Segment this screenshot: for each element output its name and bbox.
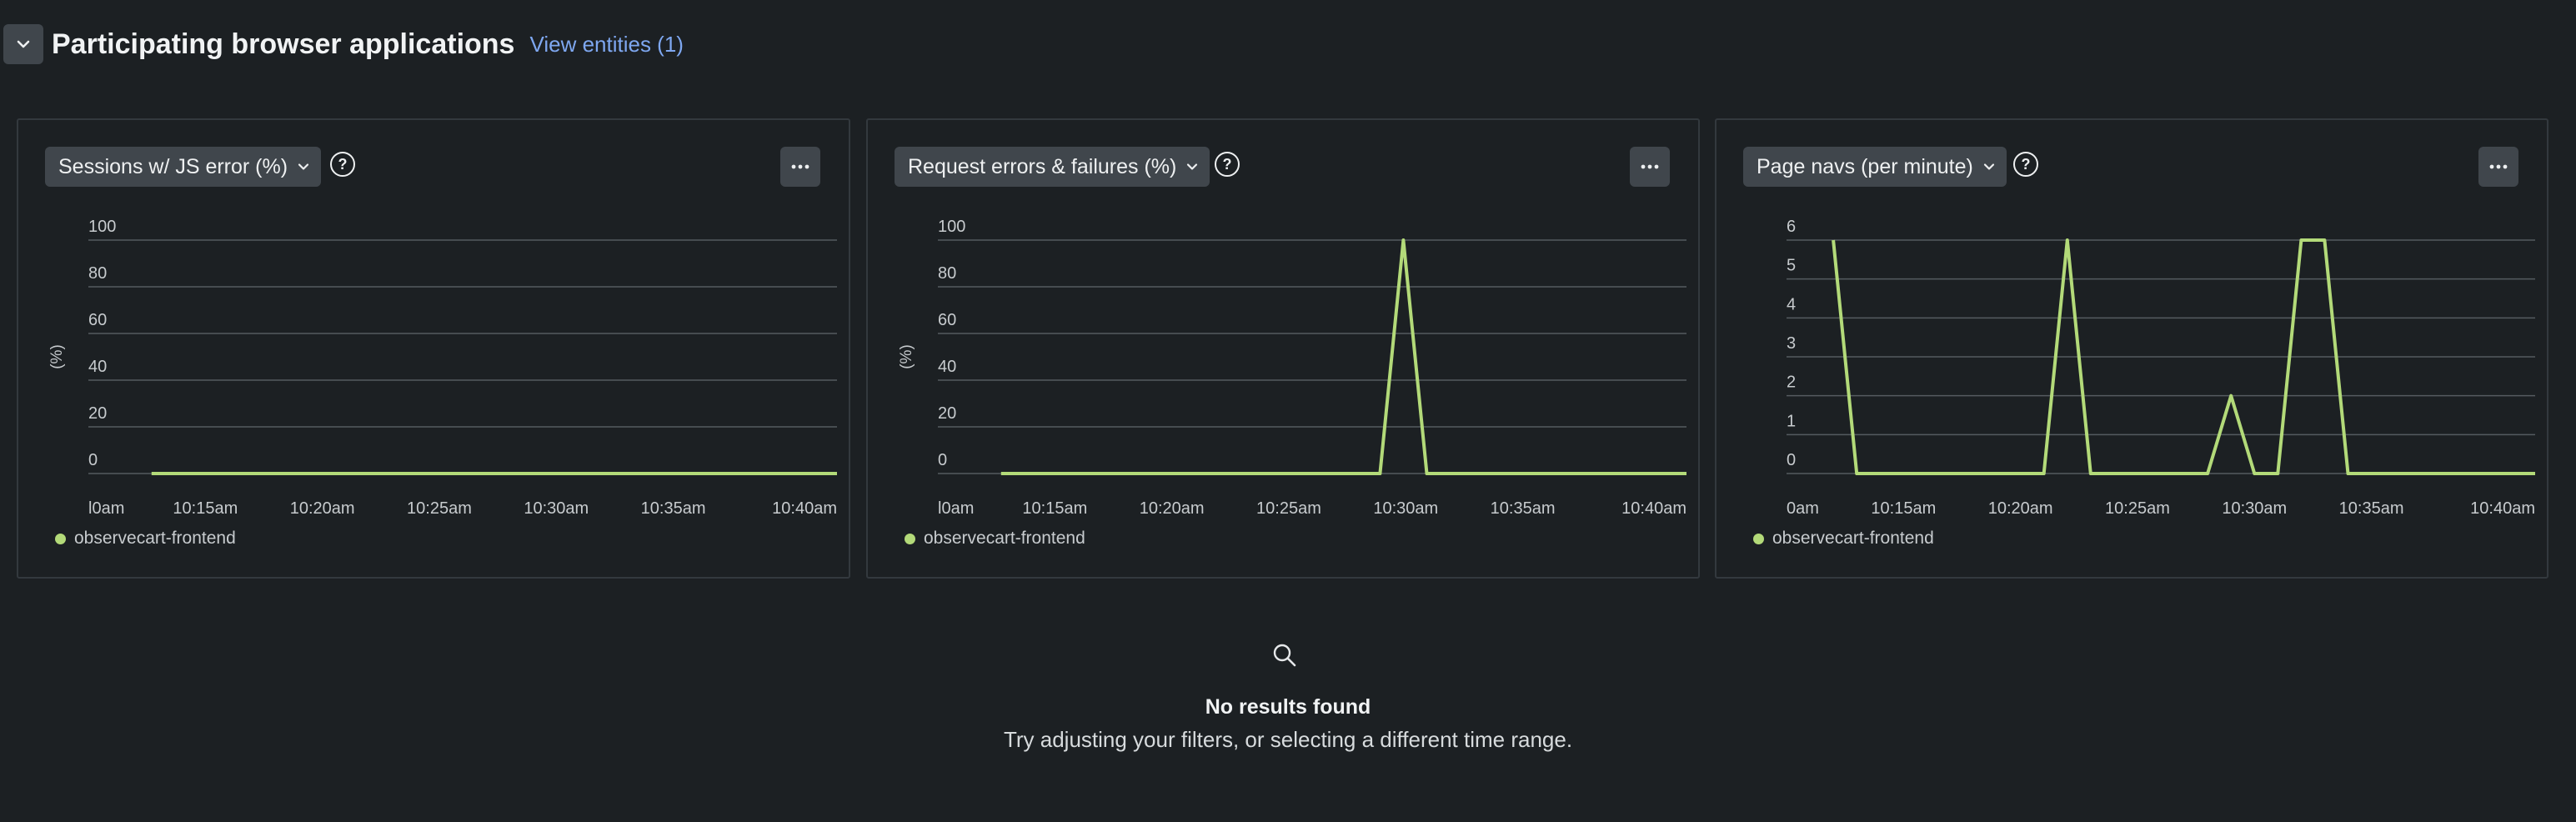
y-tick-label: 60 <box>88 311 107 329</box>
more-icon <box>791 164 809 169</box>
x-tick-label: 10:30am <box>2222 499 2287 518</box>
chart-card-request-errors: Request errors & failures (%) ? 0 20 40 60 8… <box>866 118 1700 579</box>
y-tick-label: 40 <box>88 358 107 376</box>
chart-card-page-navs: Page navs (per minute) ? 0 1 2 3 4 5 6 0am 10:15… <box>1715 118 2548 579</box>
y-tick-label: 40 <box>938 358 956 376</box>
x-tick-label: 10:30am <box>1373 499 1438 518</box>
legend-label: observecart-frontend <box>1772 529 1934 548</box>
section-header: Participating browser applications View … <box>3 23 684 65</box>
x-tick-label: 10:15am <box>1022 499 1087 518</box>
chevron-down-icon <box>1187 163 1198 170</box>
x-tick-label: 10:25am <box>2105 499 2170 518</box>
y-axis-label: (%) <box>48 344 66 369</box>
chevron-down-icon <box>298 163 309 170</box>
x-tick-label: 10:35am <box>641 499 706 518</box>
legend-swatch <box>55 533 66 544</box>
legend-swatch <box>905 533 915 544</box>
metric-dropdown-label: Sessions w/ JS error (%) <box>58 154 288 178</box>
legend-swatch <box>1753 533 1764 544</box>
more-icon <box>2489 164 2508 169</box>
y-tick-label: 100 <box>938 218 965 236</box>
legend-label: observecart-frontend <box>924 529 1085 548</box>
legend-label: observecart-frontend <box>74 529 236 548</box>
metric-dropdown[interactable]: Page navs (per minute) <box>1743 147 2007 187</box>
metric-dropdown[interactable]: Request errors & failures (%) <box>895 147 1210 187</box>
help-icon[interactable]: ? <box>330 152 355 177</box>
x-tick-label: 10:25am <box>1256 499 1321 518</box>
collapse-section-button[interactable] <box>3 24 43 64</box>
y-tick-label: 1 <box>1787 412 1796 430</box>
chart-card-sessions-js-error: Sessions w/ JS error (%) ? 0 20 40 60 80 100 (… <box>17 118 850 579</box>
chevron-down-icon <box>1983 163 1994 170</box>
y-tick-label: 80 <box>938 264 956 283</box>
x-tick-label: 10:40am <box>2470 499 2535 518</box>
x-tick-label: 10:30am <box>524 499 589 518</box>
help-icon[interactable]: ? <box>2013 152 2038 177</box>
x-tick-label: 10:20am <box>290 499 355 518</box>
x-tick-label: 0am <box>1787 499 1819 518</box>
y-tick-label: 3 <box>1787 334 1796 353</box>
chevron-down-icon <box>17 40 30 48</box>
x-tick-label: 10:40am <box>1621 499 1686 518</box>
empty-state-subtitle: Try adjusting your filters, or selecting… <box>1003 727 1573 752</box>
y-tick-label: 5 <box>1787 257 1796 275</box>
chart-legend-item[interactable]: observecart-frontend <box>55 529 236 549</box>
chart-legend-item[interactable]: observecart-frontend <box>1753 529 1934 549</box>
y-tick-label: 0 <box>1787 451 1796 469</box>
x-tick-label: l0am <box>938 499 974 518</box>
y-tick-label: 4 <box>1787 295 1796 313</box>
more-options-button[interactable] <box>780 147 820 187</box>
search-icon <box>1273 644 1296 667</box>
x-tick-label: 10:35am <box>1491 499 1556 518</box>
y-tick-label: 20 <box>938 404 956 423</box>
x-tick-label: l0am <box>88 499 124 518</box>
help-icon[interactable]: ? <box>1215 152 1240 177</box>
more-options-button[interactable] <box>2478 147 2518 187</box>
line-chart: 0 1 2 3 4 5 6 0am 10:15am 10:20am 10:25am 10:30am 10… <box>1787 218 2535 518</box>
metric-dropdown-label: Page navs (per minute) <box>1757 154 1973 178</box>
line-chart: 0 20 40 60 80 100 (%) l0am 10:15am 10:20am 10:25am… <box>898 218 1686 518</box>
y-tick-label: 100 <box>88 218 116 236</box>
more-options-button[interactable] <box>1630 147 1670 187</box>
x-tick-label: 10:15am <box>173 499 238 518</box>
empty-state-title: No results found <box>1205 695 1371 719</box>
y-tick-label: 6 <box>1787 218 1796 236</box>
x-tick-label: 10:15am <box>1871 499 1936 518</box>
series-line <box>1000 238 1686 475</box>
x-tick-label: 10:20am <box>1988 499 2053 518</box>
metric-dropdown-label: Request errors & failures (%) <box>908 154 1177 178</box>
metric-dropdown[interactable]: Sessions w/ JS error (%) <box>45 147 322 187</box>
view-entities-link[interactable]: View entities (1) <box>529 32 684 58</box>
y-tick-label: 0 <box>88 451 98 469</box>
line-chart: 0 20 40 60 80 100 (%) l0am 10:15am 10:20am 10:25am… <box>48 218 837 518</box>
more-icon <box>1641 164 1659 169</box>
y-tick-label: 0 <box>938 451 947 469</box>
y-tick-label: 2 <box>1787 373 1796 392</box>
x-tick-label: 10:25am <box>407 499 472 518</box>
x-tick-label: 10:20am <box>1140 499 1205 518</box>
y-tick-label: 60 <box>938 311 956 329</box>
x-tick-label: 10:35am <box>2339 499 2404 518</box>
x-tick-label: 10:40am <box>772 499 837 518</box>
y-tick-label: 20 <box>88 404 107 423</box>
y-tick-label: 80 <box>88 264 107 283</box>
chart-legend-item[interactable]: observecart-frontend <box>905 529 1085 549</box>
y-axis-label: (%) <box>898 344 915 369</box>
section-title: Participating browser applications <box>52 28 515 60</box>
